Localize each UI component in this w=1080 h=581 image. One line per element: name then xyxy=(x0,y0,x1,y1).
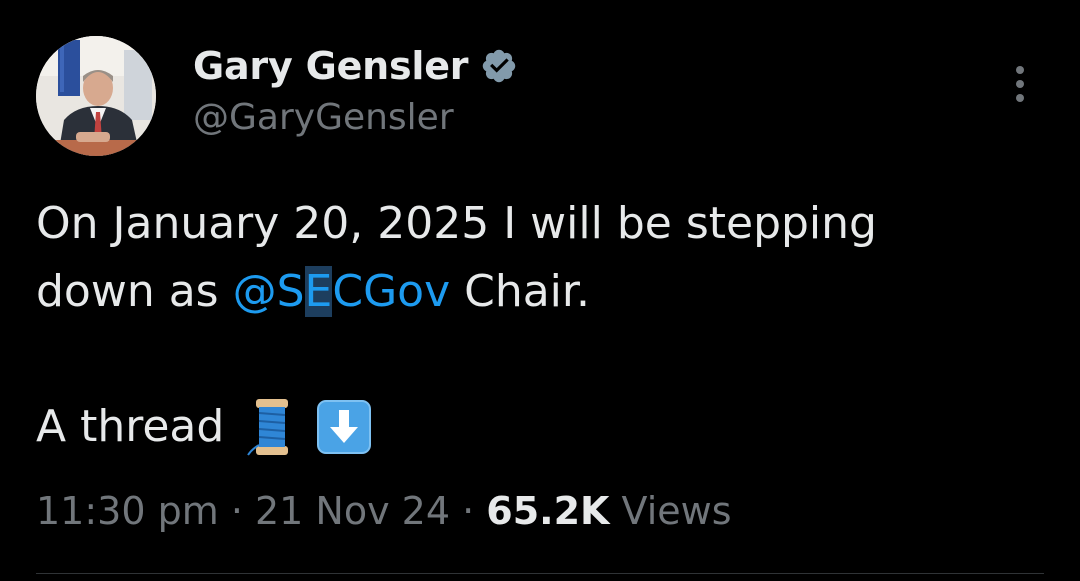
tweet-line-2-prefix: down as xyxy=(36,266,233,317)
avatar[interactable] xyxy=(36,36,156,156)
tweet-line-2: down as @SECGov Chair. xyxy=(36,258,1046,326)
divider xyxy=(36,573,1044,574)
tweet-date[interactable]: 21 Nov 24 xyxy=(255,489,450,533)
spool-of-thread-icon xyxy=(242,397,296,457)
meta-separator: · xyxy=(450,489,487,533)
tweet-line-1: On January 20, 2025 I will be stepping xyxy=(36,198,877,249)
views-count[interactable]: 65.2K xyxy=(486,489,609,533)
more-options-icon[interactable] xyxy=(1003,60,1037,108)
author-handle[interactable]: @GaryGensler xyxy=(193,97,454,138)
dot-icon xyxy=(1016,66,1024,74)
tweet-time[interactable]: 11:30 pm xyxy=(36,489,219,533)
thread-line: A thread xyxy=(36,397,372,457)
mention-selected-char: E xyxy=(304,266,333,317)
mention-part-2: CGov xyxy=(332,266,451,317)
mention-part-1: @S xyxy=(232,266,305,317)
meta-separator: · xyxy=(218,489,255,533)
profile-photo xyxy=(36,36,156,156)
display-name[interactable]: Gary Gensler xyxy=(193,44,469,88)
down-arrow-icon xyxy=(314,397,372,457)
mention-link[interactable]: @SECGov xyxy=(232,266,451,317)
verified-badge-icon xyxy=(480,47,518,85)
author-name-row[interactable]: Gary Gensler xyxy=(193,40,518,92)
tweet-meta: 11:30 pm · 21 Nov 24 · 65.2K Views xyxy=(36,485,732,537)
dot-icon xyxy=(1016,80,1024,88)
views-label: Views xyxy=(609,489,732,533)
tweet-text: On January 20, 2025 I will be stepping d… xyxy=(36,190,1046,326)
thread-text: A thread xyxy=(36,401,225,452)
tweet: Gary Gensler @GaryGensler On January 20,… xyxy=(0,0,1080,581)
tweet-line-2-suffix: Chair. xyxy=(450,266,590,317)
dot-icon xyxy=(1016,94,1024,102)
